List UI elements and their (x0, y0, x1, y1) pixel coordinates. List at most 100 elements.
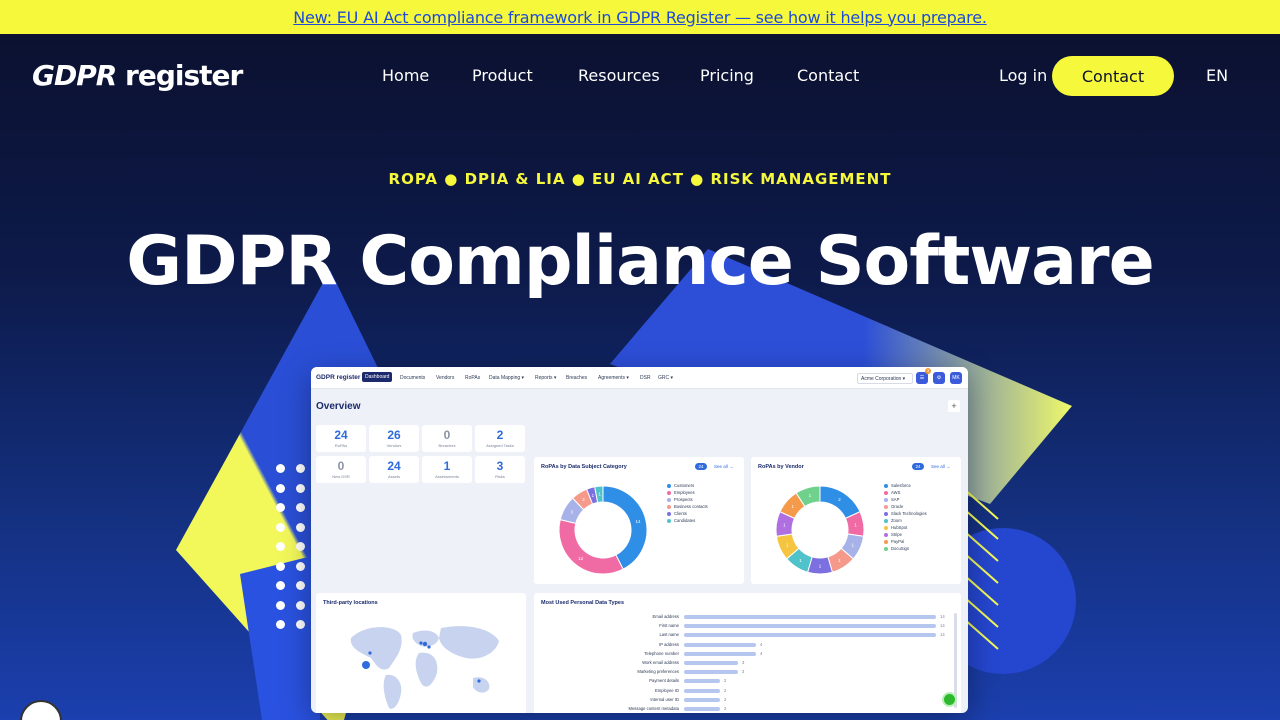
ropa-vendor-legend: Salesforce AWS SAP Oracle Slack Technologies… (884, 482, 927, 552)
app-nav-documents[interactable]: Documents (400, 375, 425, 381)
data-types-title: Most Used Personal Data Types (541, 600, 625, 606)
app-nav-vendors[interactable]: Vendors (436, 375, 454, 381)
data-type-value: 2 (724, 687, 727, 693)
legend-item: HubSpot (884, 524, 927, 531)
legend-label: Candidates (674, 518, 696, 523)
app-nav-reports[interactable]: Reports ▾ (535, 375, 556, 381)
settings-gear-icon[interactable]: ⚙ (933, 372, 945, 384)
stat-vendors[interactable]: 26 Vendors (369, 425, 419, 452)
legend-label: Customers (674, 483, 695, 488)
app-nav-data-mapping[interactable]: Data Mapping ▾ (489, 375, 524, 381)
legend-swatch (884, 525, 888, 530)
announcement-banner: New: EU AI Act compliance framework in G… (0, 0, 1280, 34)
stat-breaches[interactable]: 0 Breaches (422, 425, 472, 452)
legend-item: DocuSign (884, 545, 927, 552)
stat-value: 24 (334, 428, 348, 442)
add-widget-icon[interactable]: + (948, 400, 960, 412)
notification-count: 3 (925, 368, 931, 374)
data-type-row: Work email address 3 (534, 659, 954, 667)
legend-item: Employees (667, 489, 708, 496)
data-type-label: First name (659, 623, 679, 629)
data-type-row: Last name 14 (534, 631, 954, 639)
stat-ropas[interactable]: 24 RoPAs (316, 425, 366, 452)
legend-label: PayPal (891, 539, 905, 544)
donut-slice (602, 485, 648, 570)
stat-assets[interactable]: 24 Assets (369, 456, 419, 483)
legend-label: Zoom (891, 518, 902, 523)
ropa-category-panel: RoPAs by Data Subject Category 24 See al… (534, 457, 744, 584)
decorative-dot-grid (276, 464, 306, 629)
app-nav-dashboard[interactable]: Dashboard (362, 372, 393, 382)
data-type-label: Marketing preferences (637, 669, 679, 675)
ropa-category-see-all[interactable]: See all → (714, 464, 734, 469)
data-type-value: 4 (760, 641, 763, 647)
stat-value: 0 (337, 459, 345, 473)
legend-item: Oracle (884, 503, 927, 510)
legend-swatch (667, 483, 671, 488)
data-type-row: IP address 4 (534, 641, 954, 649)
stat-risks[interactable]: 3 Risks (475, 456, 525, 483)
stat-new-dsr[interactable]: 0 New DSR (316, 456, 366, 483)
stat-label: Risks (495, 474, 505, 479)
stat-label: Assets (387, 474, 400, 479)
app-nav-dsr[interactable]: DSR (640, 375, 651, 381)
legend-swatch (884, 511, 888, 516)
data-type-row: Payment details 2 (534, 677, 954, 685)
app-nav-ropas[interactable]: RoPAs (465, 375, 480, 381)
stat-assigned-tasks[interactable]: 2 Assigned Tasks (475, 425, 525, 452)
stat-label: Breaches (438, 443, 456, 448)
stat-label: Assessments (435, 474, 459, 479)
app-nav-grc[interactable]: GRC ▾ (658, 375, 673, 381)
data-types-panel: Most Used Personal Data Types Email addr… (534, 593, 961, 713)
legend-label: Prospects (674, 497, 693, 502)
legend-item: Zoom (884, 517, 927, 524)
legend-swatch (884, 518, 888, 523)
legend-label: Stripe (891, 532, 902, 537)
data-type-bar (684, 624, 936, 629)
data-type-row: Employee ID 2 (534, 687, 954, 695)
legend-label: Oracle (891, 504, 904, 509)
legend-label: Clients (674, 511, 687, 516)
data-type-label: Internal user ID (650, 696, 679, 702)
stat-value: 24 (387, 459, 401, 473)
user-avatar[interactable]: MK (950, 372, 962, 384)
organization-selector[interactable]: Acme Corporation ▾ (857, 373, 913, 384)
stat-value: 26 (387, 428, 401, 442)
app-nav-agreements[interactable]: Agreements ▾ (598, 375, 629, 381)
legend-item: AWS (884, 489, 927, 496)
data-type-value: 4 (760, 650, 763, 656)
ropa-vendor-see-all[interactable]: See all → (931, 464, 951, 469)
data-type-row: Message content metadata 2 (534, 705, 954, 713)
legend-label: SAP (891, 497, 900, 502)
data-type-row: Marketing preferences 3 (534, 668, 954, 676)
ropa-category-donut: 1412321 1 (558, 485, 648, 575)
legend-swatch (884, 490, 888, 495)
data-type-label: Work email address (642, 660, 679, 665)
legend-swatch (667, 497, 671, 502)
data-type-bar (684, 633, 936, 638)
data-type-bar (684, 642, 756, 647)
data-type-row: Email address 14 (534, 613, 954, 621)
data-type-label: Last name (659, 632, 679, 638)
ropa-vendor-panel: RoPAs by Vendor 24 See all → 2111111111 … (751, 457, 961, 584)
notifications-icon[interactable]: ☰ 3 (916, 368, 931, 384)
legend-label: AWS (891, 490, 901, 495)
stat-value: 2 (496, 428, 504, 442)
stat-label: New DSR (332, 474, 350, 479)
donut-slice-label: 12 (578, 556, 584, 561)
ropa-vendor-donut: 2111111111 (775, 485, 865, 575)
legend-item: Salesforce (884, 482, 927, 489)
stat-value: 0 (443, 428, 451, 442)
data-type-label: Employee ID (655, 687, 679, 693)
stat-assessments[interactable]: 1 Assessments (422, 456, 472, 483)
donut-slice (558, 519, 624, 575)
legend-label: Slack Technologies (891, 511, 927, 516)
ropa-category-count: 24 (695, 463, 707, 470)
data-type-bar (684, 697, 720, 702)
app-nav-breaches[interactable]: Breaches (566, 375, 587, 381)
ropa-vendor-count: 24 (912, 463, 924, 470)
announcement-link[interactable]: New: EU AI Act compliance framework in G… (293, 8, 987, 27)
data-type-label: IP address (659, 641, 679, 647)
chat-widget-icon[interactable] (942, 692, 957, 707)
data-type-bar (684, 707, 720, 711)
